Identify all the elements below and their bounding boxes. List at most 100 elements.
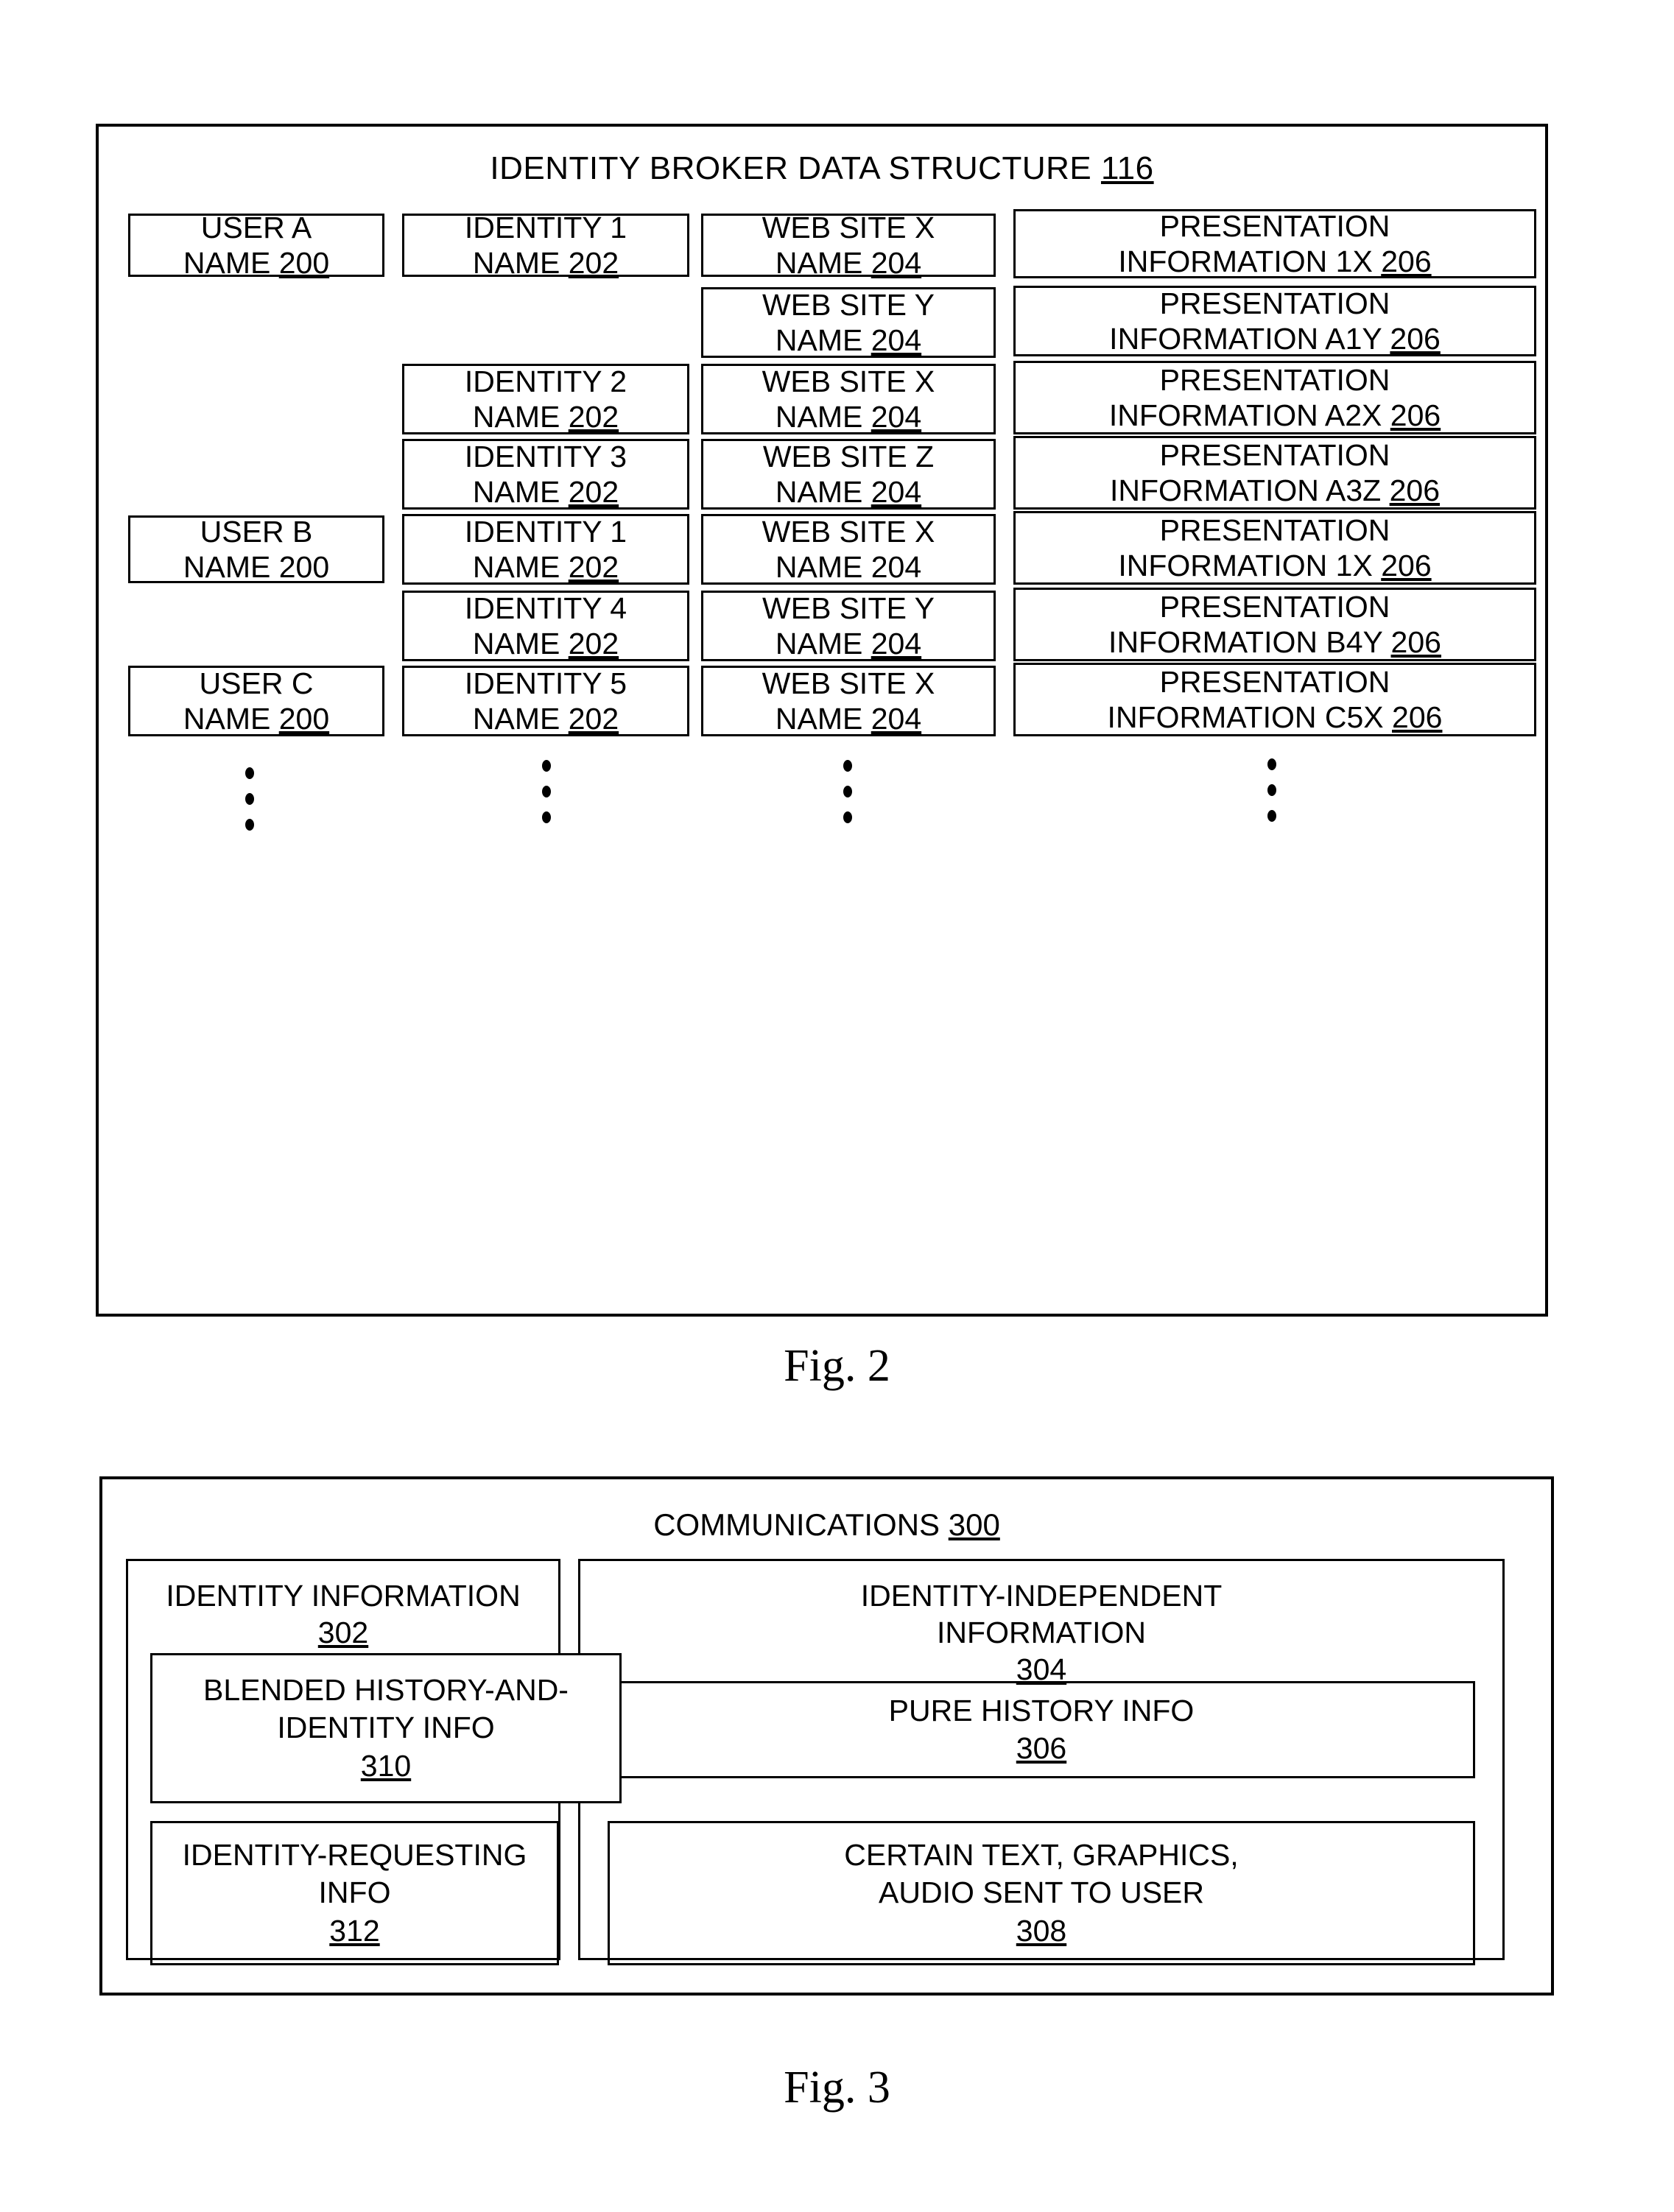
ellipsis-dot <box>245 767 254 779</box>
table-cell-user: USER B NAME 200 <box>128 514 384 584</box>
table-cell-presentation: PRESENTATION INFORMATION A2X 206 <box>1013 361 1536 434</box>
cell-line-2: NAME 202 <box>472 246 619 280</box>
figure-3-title-reference: 300 <box>948 1507 1000 1542</box>
box-line-2: INFO 312 <box>318 1875 391 1948</box>
cell-line-2: NAME 204 <box>775 475 922 509</box>
box-identity-requesting-info: IDENTITY-REQUESTING INFO 312 <box>150 1821 559 1965</box>
cell-line-1: IDENTITY 1 <box>464 210 627 244</box>
cell-line-1: WEB SITE Y <box>762 591 935 625</box>
table-cell-identity: IDENTITY 5 NAME 202 <box>402 666 689 736</box>
box-line-2: IDENTITY INFO 310 <box>277 1711 495 1783</box>
table-cell-identity: IDENTITY 1 NAME 202 <box>402 514 689 585</box>
cell-line-2: NAME 204 <box>775 550 922 584</box>
ellipsis-column-website <box>837 760 859 823</box>
figure-2-title-reference: 116 <box>1100 150 1154 186</box>
ellipsis-dot <box>843 760 852 772</box>
ellipsis-dot <box>1267 810 1276 822</box>
cell-line-1: PRESENTATION <box>1159 664 1390 699</box>
cell-line-1: PRESENTATION <box>1159 362 1390 397</box>
ellipsis-column-presentation <box>1261 758 1283 822</box>
cell-line-1: IDENTITY 5 <box>464 666 627 700</box>
cell-line-1: PRESENTATION <box>1159 589 1390 624</box>
panel-title-line: IDENTITY INFORMATION 302 <box>166 1579 521 1650</box>
cell-line-2: INFORMATION A3Z 206 <box>1109 473 1441 507</box>
cell-line-2: NAME 202 <box>472 400 619 434</box>
cell-line-1: USER C <box>199 666 314 700</box>
table-cell-presentation: PRESENTATION INFORMATION C5X 206 <box>1013 663 1536 736</box>
panel-identity-independent-title: IDENTITY-INDEPENDENT INFORMATION 304 <box>580 1577 1502 1688</box>
figure-3-outer-frame: COMMUNICATIONS 300 IDENTITY INFORMATION … <box>99 1476 1554 1996</box>
box-line-2: AUDIO SENT TO USER 308 <box>879 1875 1204 1948</box>
cell-line-1: WEB SITE X <box>762 210 935 244</box>
cell-line-1: WEB SITE Y <box>762 287 935 322</box>
cell-line-2: NAME 202 <box>472 702 619 736</box>
figure-2-outer-frame: IDENTITY BROKER DATA STRUCTURE 116 USER … <box>96 124 1548 1317</box>
cell-line-2: NAME 204 <box>775 702 922 736</box>
cell-line-1: WEB SITE X <box>762 364 935 398</box>
cell-line-2: INFORMATION 1X 206 <box>1118 549 1432 582</box>
table-cell-website: WEB SITE Z NAME 204 <box>701 439 996 510</box>
cell-line-2: NAME 204 <box>775 323 922 357</box>
cell-line-2: NAME 202 <box>472 550 619 584</box>
box-line-1: BLENDED HISTORY-AND- <box>203 1673 569 1708</box>
cell-line-1: WEB SITE X <box>762 666 935 700</box>
table-cell-identity: IDENTITY 4 NAME 202 <box>402 591 689 661</box>
figure-3-title: COMMUNICATIONS 300 <box>102 1507 1551 1543</box>
ellipsis-dot <box>542 760 551 772</box>
figure-2-caption: Fig. 2 <box>784 1341 890 1391</box>
cell-line-1: USER B <box>200 514 313 549</box>
cell-line-1: IDENTITY 2 <box>464 364 627 398</box>
cell-line-2: NAME 202 <box>472 475 619 509</box>
cell-line-2: INFORMATION B4Y 206 <box>1108 625 1441 659</box>
cell-line-1: PRESENTATION <box>1159 208 1390 243</box>
table-cell-user: USER C NAME 200 <box>128 666 384 736</box>
ellipsis-dot <box>1267 758 1276 770</box>
ellipsis-dot <box>843 811 852 823</box>
table-cell-presentation: PRESENTATION INFORMATION 1X 206 <box>1013 209 1536 278</box>
panel-identity-information-title: IDENTITY INFORMATION 302 <box>128 1577 558 1651</box>
ellipsis-column-user <box>239 767 261 831</box>
ellipsis-dot <box>542 811 551 823</box>
figure-3-title-text: COMMUNICATIONS <box>653 1507 940 1542</box>
box-line-1: IDENTITY-REQUESTING <box>182 1838 527 1873</box>
table-cell-presentation: PRESENTATION INFORMATION 1X 206 <box>1013 511 1536 585</box>
cell-line-1: IDENTITY 3 <box>464 439 627 473</box>
box-certain-text-graphics-audio: CERTAIN TEXT, GRAPHICS, AUDIO SENT TO US… <box>608 1821 1475 1965</box>
cell-line-1: IDENTITY 4 <box>464 591 627 625</box>
cell-line-1: PRESENTATION <box>1159 437 1390 472</box>
box-blended-history-and-identity-info: BLENDED HISTORY-AND- IDENTITY INFO 310 <box>150 1653 622 1803</box>
table-cell-identity: IDENTITY 2 NAME 202 <box>402 364 689 434</box>
table-cell-website: WEB SITE Y NAME 204 <box>701 287 996 358</box>
figure-2-title: IDENTITY BROKER DATA STRUCTURE 116 <box>99 150 1545 187</box>
ellipsis-dot <box>542 786 551 797</box>
cell-line-1: IDENTITY 1 <box>464 514 627 549</box>
cell-line-1: PRESENTATION <box>1159 513 1390 547</box>
cell-line-1: WEB SITE Z <box>762 439 935 473</box>
cell-line-1: USER A <box>200 210 312 244</box>
ellipsis-dot <box>245 793 254 805</box>
box-line-1: CERTAIN TEXT, GRAPHICS, <box>844 1838 1239 1873</box>
cell-line-2: NAME 204 <box>775 627 922 661</box>
cell-line-2: NAME 202 <box>472 627 619 661</box>
box-line-1: PURE HISTORY INFO 306 <box>888 1693 1195 1765</box>
table-cell-website: WEB SITE Y NAME 204 <box>701 591 996 661</box>
table-cell-presentation: PRESENTATION INFORMATION A1Y 206 <box>1013 286 1536 356</box>
table-cell-website: WEB SITE X NAME 204 <box>701 364 996 434</box>
cell-line-2: INFORMATION A1Y 206 <box>1109 322 1441 356</box>
table-cell-presentation: PRESENTATION INFORMATION B4Y 206 <box>1013 588 1536 661</box>
cell-line-2: NAME 200 <box>183 550 330 584</box>
figure-2-title-text: IDENTITY BROKER DATA STRUCTURE <box>490 150 1092 186</box>
cell-line-1: WEB SITE X <box>762 514 935 549</box>
panel-title-line-1: IDENTITY-INDEPENDENT <box>860 1579 1223 1613</box>
panel-title-line-2: INFORMATION 304 <box>937 1616 1146 1687</box>
ellipsis-column-identity <box>535 760 558 823</box>
ellipsis-dot <box>1267 784 1276 796</box>
cell-line-2: INFORMATION 1X 206 <box>1118 244 1432 278</box>
cell-line-2: INFORMATION A2X 206 <box>1108 398 1441 432</box>
table-cell-website: WEB SITE X NAME 204 <box>701 211 996 280</box>
cell-line-2: INFORMATION C5X 206 <box>1107 700 1443 734</box>
ellipsis-dot <box>843 786 852 797</box>
table-cell-website: WEB SITE X NAME 204 <box>701 514 996 585</box>
cell-line-2: NAME 200 <box>183 246 330 280</box>
ellipsis-dot <box>245 819 254 831</box>
